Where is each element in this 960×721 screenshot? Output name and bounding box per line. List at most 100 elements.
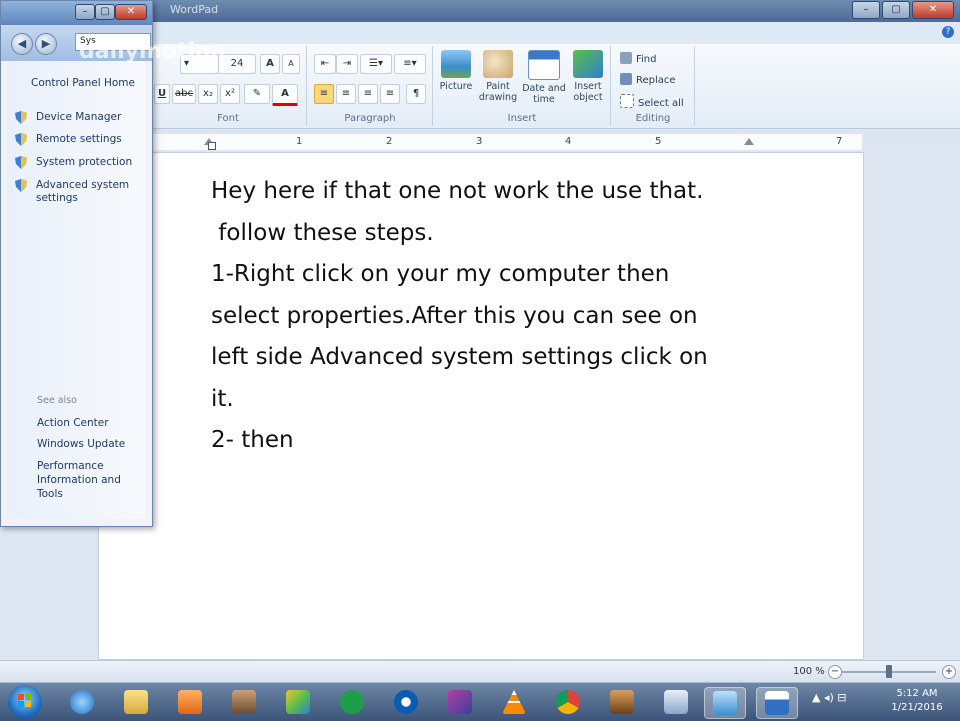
- select-all-icon: [620, 94, 634, 108]
- ruler[interactable]: 1 2 3 4 5 7: [98, 134, 862, 151]
- paragraph-group: ⇤ ⇥ ☰▾ ≡▾ ≡ ≡ ≡ ≡ ¶ Paragraph: [308, 46, 433, 126]
- highlight-color-button[interactable]: ✎: [244, 84, 270, 104]
- align-right-button[interactable]: ≡: [358, 84, 378, 104]
- find-button[interactable]: Find: [620, 52, 657, 65]
- help-icon[interactable]: ?: [942, 26, 954, 38]
- hanging-indent-marker[interactable]: [208, 142, 216, 150]
- superscript-button[interactable]: x²: [220, 84, 240, 104]
- ruler-mark: 3: [476, 136, 483, 147]
- system-window-icon: [713, 691, 737, 715]
- document-page[interactable]: Hey here if that one not work the use th…: [98, 152, 864, 660]
- strikethrough-button[interactable]: abc: [172, 84, 196, 104]
- align-center-button[interactable]: ≡: [336, 84, 356, 104]
- performance-info-link[interactable]: Performance Information and Tools: [37, 459, 142, 501]
- watermark-logo: dailymotion: [79, 39, 226, 64]
- status-bar: 100 % − +: [0, 660, 960, 683]
- clock[interactable]: 5:12 AM 1/21/2016: [882, 687, 952, 715]
- taskbar-app-3[interactable]: [386, 687, 426, 717]
- control-panel-window: – ▢ ✕ ◀ ▶ Sys dailymotion Control Panel …: [0, 0, 226, 527]
- insert-picture-button[interactable]: Picture: [434, 50, 478, 92]
- shield-icon: [15, 156, 27, 169]
- back-button[interactable]: ◀: [11, 33, 33, 55]
- cp-minimize-button[interactable]: –: [75, 4, 95, 20]
- bluestacks-icon: [286, 690, 310, 714]
- right-indent-marker[interactable]: [744, 138, 754, 145]
- ruler-mark: 1: [296, 136, 303, 147]
- zoom-in-button[interactable]: +: [942, 665, 956, 679]
- shrink-font-button[interactable]: A: [282, 54, 300, 74]
- increase-indent-button[interactable]: ⇥: [336, 54, 358, 74]
- ruler-mark: 7: [836, 136, 843, 147]
- align-left-button[interactable]: ≡: [314, 84, 334, 104]
- taskbar-system[interactable]: [704, 687, 746, 719]
- taskbar-app-6[interactable]: [656, 687, 696, 717]
- taskbar-app-5[interactable]: [602, 687, 642, 717]
- document-line: follow these steps.: [211, 219, 434, 246]
- list-button[interactable]: ☰▾: [360, 54, 392, 74]
- taskbar-app-2[interactable]: [332, 687, 372, 717]
- insert-group: Picture Paint drawing Date and time Inse…: [434, 46, 611, 126]
- taskbar-bluestacks[interactable]: [278, 687, 318, 717]
- paint-drawing-button[interactable]: Paint drawing: [476, 50, 520, 103]
- insert-group-label: Insert: [507, 113, 537, 124]
- decrease-indent-button[interactable]: ⇤: [314, 54, 336, 74]
- insert-object-button[interactable]: Insert object: [566, 50, 610, 103]
- windows-update-link[interactable]: Windows Update: [37, 437, 142, 451]
- browser-icon: [394, 690, 418, 714]
- clock-time: 5:12 AM: [896, 688, 938, 699]
- chrome-icon: [556, 690, 580, 714]
- wordpad-icon: [765, 691, 789, 715]
- avatar-app-icon: [610, 690, 634, 714]
- close-button[interactable]: ✕: [912, 1, 954, 19]
- photo-app-icon: [448, 690, 472, 714]
- document-line: 2- then: [211, 427, 294, 453]
- taskbar-vlc[interactable]: [494, 687, 534, 717]
- object-icon: [573, 50, 603, 78]
- control-panel-titlebar: – ▢ ✕: [1, 1, 152, 25]
- subscript-button[interactable]: x₂: [198, 84, 218, 104]
- document-line: Hey here if that one not work the use th…: [211, 178, 704, 204]
- picture-icon: [441, 50, 471, 78]
- select-all-button[interactable]: Select all: [620, 94, 684, 109]
- taskbar-media-player[interactable]: [170, 687, 210, 717]
- folder-icon: [124, 690, 148, 714]
- taskbar-ie[interactable]: [62, 687, 102, 717]
- grow-font-button[interactable]: A: [260, 54, 280, 74]
- editing-group-label: Editing: [635, 113, 671, 124]
- taskbar: ▲ ◂) ⊟ 5:12 AM 1/21/2016: [0, 682, 960, 721]
- shield-icon: [15, 133, 27, 146]
- action-center-link[interactable]: Action Center: [37, 416, 142, 430]
- paragraph-settings-button[interactable]: ¶: [406, 84, 426, 104]
- ruler-mark: 5: [655, 136, 662, 147]
- document-line: 1-Right click on your my computer then: [211, 261, 670, 287]
- window-app-icon: [664, 690, 688, 714]
- cp-maximize-button[interactable]: ▢: [95, 4, 115, 20]
- control-panel-home-link[interactable]: Control Panel Home: [31, 77, 135, 89]
- text-color-button[interactable]: A: [272, 84, 298, 106]
- calendar-icon: [528, 50, 560, 80]
- cp-close-button[interactable]: ✕: [115, 4, 147, 20]
- zoom-slider-thumb[interactable]: [886, 665, 892, 678]
- date-time-button[interactable]: Date and time: [522, 50, 566, 105]
- document-text[interactable]: Hey here if that one not work the use th…: [211, 171, 791, 462]
- taskbar-app-4[interactable]: [440, 687, 480, 717]
- forward-button[interactable]: ▶: [35, 33, 57, 55]
- maximize-button[interactable]: ▢: [882, 1, 910, 19]
- minimize-button[interactable]: –: [852, 1, 880, 19]
- taskbar-wordpad[interactable]: [756, 687, 798, 719]
- justify-button[interactable]: ≡: [380, 84, 400, 104]
- app-icon: [232, 690, 256, 714]
- line-spacing-button[interactable]: ≡▾: [394, 54, 426, 74]
- document-line: left side Advanced system settings click…: [211, 344, 708, 370]
- document-line: it.: [211, 385, 234, 412]
- internet-explorer-icon: [70, 690, 94, 714]
- zoom-out-button[interactable]: −: [828, 665, 842, 679]
- underline-button[interactable]: U: [154, 84, 170, 104]
- shield-icon: [15, 179, 27, 192]
- taskbar-chrome[interactable]: [548, 687, 588, 717]
- taskbar-explorer[interactable]: [116, 687, 156, 717]
- replace-button[interactable]: Replace: [620, 73, 676, 86]
- start-button[interactable]: [8, 685, 42, 719]
- system-tray[interactable]: ▲ ◂) ⊟: [812, 691, 846, 704]
- taskbar-app-1[interactable]: [224, 687, 264, 717]
